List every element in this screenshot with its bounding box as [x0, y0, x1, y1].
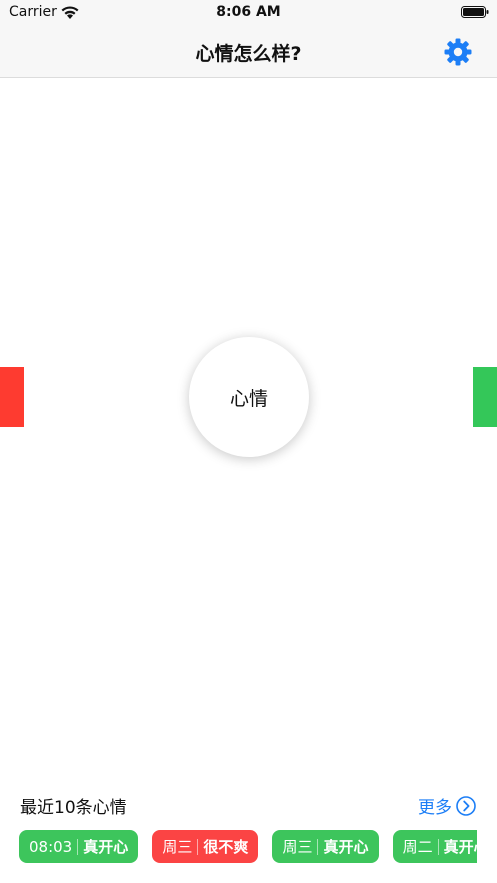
chip-divider: [437, 838, 439, 855]
chip-divider: [77, 838, 79, 855]
mood-chip-time: 周三: [162, 838, 193, 856]
more-button[interactable]: 更多: [418, 793, 476, 818]
mood-chip-time: 周三: [282, 838, 313, 856]
screen: Carrier 8:06 AM 心情怎么样? 心情 最近10条心情 更多 08:…: [0, 0, 497, 883]
mood-chip[interactable]: 周三 很不爽: [152, 830, 259, 863]
mood-chip-time: 周二: [402, 838, 433, 856]
chip-divider: [317, 838, 319, 855]
unhappy-side-bar[interactable]: [0, 367, 24, 427]
recent-moods-title: 最近10条心情: [20, 798, 127, 818]
mood-chip-mood: 真开心: [83, 838, 129, 856]
battery-icon: [461, 6, 489, 18]
chevron-right-circle-icon: [456, 795, 476, 816]
nav-bar: 心情怎么样?: [0, 26, 497, 78]
mood-chip-mood: 真开心: [323, 838, 369, 856]
mood-chip[interactable]: 周三 真开心: [272, 830, 379, 863]
mood-chip[interactable]: 08:03 真开心: [19, 830, 139, 863]
mood-chip[interactable]: 周二 真开心: [392, 830, 477, 863]
more-label: 更多: [418, 798, 452, 818]
chip-divider: [197, 838, 199, 855]
mood-circle-label: 心情: [229, 387, 268, 410]
mood-chip-mood: 很不爽: [203, 838, 249, 856]
status-bar: Carrier 8:06 AM: [0, 0, 497, 26]
page-title: 心情怎么样?: [195, 43, 302, 65]
status-time: 8:06 AM: [216, 4, 281, 20]
happy-side-bar[interactable]: [473, 367, 497, 427]
recent-moods-list: 08:03 真开心 周三 很不爽 周三 真开心 周二 真开心: [19, 830, 477, 864]
mood-chip-mood: 真开心: [443, 838, 477, 856]
mood-chip-time: 08:03: [29, 837, 73, 856]
mood-circle-button[interactable]: 心情: [189, 337, 309, 457]
gear-icon[interactable]: [443, 37, 473, 67]
